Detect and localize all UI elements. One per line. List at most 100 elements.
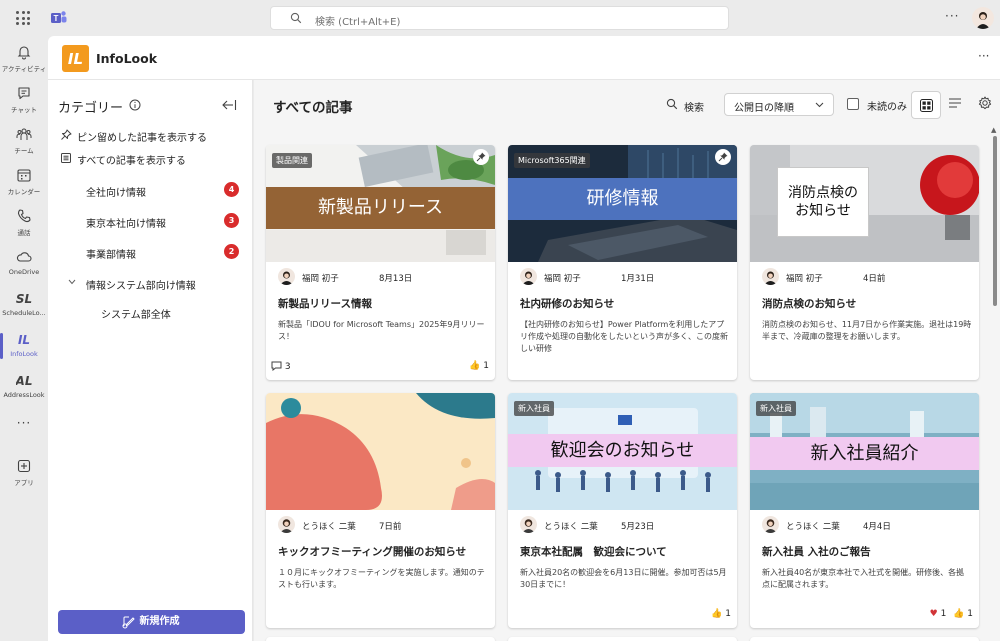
avatar (520, 516, 537, 533)
publish-date: 4日前 (863, 274, 886, 284)
article-thumbnail: 研修情報 Microsoft365関連 (508, 145, 737, 262)
list-icon (61, 153, 71, 163)
rail-item-activity[interactable]: アクティビティ (0, 40, 48, 80)
rail-item-calls[interactable]: 通話 (0, 204, 48, 244)
rail-item-schedulelook[interactable]: SL ScheduleLo... (0, 286, 48, 326)
sidebar-item-system-all[interactable]: システム部全体 (60, 302, 246, 322)
search-input[interactable]: 検索 (Ctrl+Alt+E) (270, 6, 729, 30)
user-avatar[interactable] (972, 7, 994, 29)
article-card[interactable]: 新製品リリース 製品関連 福岡 初子 8月13日 新製品リリース情報 新製品「I… (266, 145, 495, 380)
pin-icon (718, 152, 728, 162)
thumbs-up-icon: 👍 (953, 609, 965, 619)
compose-icon (122, 616, 135, 629)
category-label: システム部全体 (101, 310, 171, 321)
app-more-icon[interactable]: ··· (978, 49, 989, 63)
more-options-icon[interactable]: ··· (945, 9, 959, 23)
app-title: InfoLook (96, 51, 158, 66)
svg-text:T: T (54, 14, 59, 23)
svg-text:IL: IL (18, 333, 30, 347)
pin-button[interactable] (715, 149, 731, 165)
rail-item-calendar[interactable]: カレンダー (0, 163, 48, 203)
article-card[interactable]: 新入社員紹介 新入社員 とうほく 二葉 4月4日 新入社員 入社のご報告 新入社… (750, 393, 979, 628)
cloud-icon (16, 252, 32, 262)
article-card[interactable]: 歓迎会のお知らせ 新入社員 とうほく 二葉 5月23日 東京本社配属 歓迎会につ… (508, 393, 737, 628)
author-name: 福岡 初子 (302, 274, 339, 284)
avatar (278, 268, 295, 285)
bell-icon (17, 46, 31, 60)
like-count[interactable]: 👍 1 (711, 609, 731, 619)
list-view-icon[interactable] (948, 97, 962, 109)
article-thumbnail: 新入社員紹介 新入社員 (750, 393, 979, 510)
banner-text: 新入社員紹介 (750, 437, 979, 470)
category-tag: 製品関連 (272, 153, 312, 168)
more-icon: ··· (16, 416, 32, 430)
infolook-logo-icon: IL (62, 45, 89, 72)
article-card[interactable]: とうほく 二葉 7日前 キックオフミーティング開催のお知らせ １０月にキックオフ… (266, 393, 495, 628)
comment-count[interactable]: 3 (271, 361, 291, 372)
rail-item-teams[interactable]: チーム (0, 122, 48, 162)
article-thumbnail: 新製品リリース 製品関連 (266, 145, 495, 262)
main-content: すべての記事 検索 公開日の降順 未読のみ ▲ 新製品リリース 製品関連 福岡 … (254, 80, 1000, 641)
pin-button[interactable] (473, 149, 489, 165)
article-card[interactable]: 研修情報 Microsoft365関連 福岡 初子 1月31日 社内研修のお知ら… (508, 145, 737, 380)
grid-icon (920, 99, 933, 112)
scroll-up-arrow[interactable]: ▲ (991, 126, 996, 134)
checkbox-box[interactable] (847, 98, 859, 110)
app-rail: アクティビティ チャット チーム カレンダー 通話 OneDrive SL Sc… (0, 36, 48, 641)
pin-icon (476, 152, 486, 162)
sidebar-item-division[interactable]: 事業部情報 2 (60, 242, 246, 262)
article-card[interactable]: 消防点検の お知らせ 福岡 初子 4日前 消防点検のお知らせ 消防点検のお知らせ… (750, 145, 979, 380)
author-name: とうほく 二葉 (544, 522, 598, 532)
app-launcher-icon[interactable] (16, 11, 30, 25)
avatar (762, 516, 779, 533)
unread-badge: 4 (224, 182, 239, 197)
article-title: 新入社員 入社のご報告 (762, 546, 871, 558)
reactions[interactable]: ♥ 1 👍 1 (930, 609, 973, 619)
article-title: 新製品リリース情報 (278, 298, 372, 310)
article-summary: 消防点検のお知らせ、11月7日から作業実施。退社は19時半まで、冷蔵庫の整理をお… (762, 320, 972, 341)
publish-date: 4月4日 (863, 522, 891, 532)
article-card[interactable] (266, 637, 495, 641)
rail-item-addresslook[interactable]: AL AddressLook (0, 368, 48, 408)
author-info: 福岡 初子 4日前 (762, 268, 972, 286)
svg-text:IL: IL (68, 50, 83, 68)
sidebar-item-company[interactable]: 全社向け情報 4 (60, 180, 246, 200)
grid-view-button[interactable] (911, 91, 941, 119)
rail-item-chat[interactable]: チャット (0, 81, 48, 121)
rail-item-onedrive[interactable]: OneDrive (0, 245, 48, 285)
card-footer: 3 👍 1 (266, 361, 495, 375)
avatar (762, 268, 779, 285)
author-info: とうほく 二葉 5月23日 (520, 516, 730, 534)
scrollbar-thumb[interactable] (993, 136, 997, 306)
chevron-down-icon (815, 102, 824, 108)
svg-text:AL: AL (16, 374, 32, 388)
article-title: 消防点検のお知らせ (762, 298, 857, 310)
article-summary: 新入社員20名の歓迎会を6月13日に開催。参加可否は5月30日までに！ (520, 568, 727, 589)
rail-item-apps[interactable]: アプリ (0, 454, 48, 494)
pin-icon (61, 129, 72, 140)
publish-date: 7日前 (379, 522, 402, 532)
author-name: 福岡 初子 (786, 274, 823, 284)
article-title: 東京本社配属 歓迎会について (520, 546, 667, 558)
addresslook-icon: AL (16, 374, 32, 388)
rail-more-apps[interactable]: ··· (0, 414, 48, 438)
sort-dropdown[interactable]: 公開日の降順 (724, 93, 834, 116)
unread-badge: 3 (224, 213, 239, 228)
article-thumbnail (266, 393, 495, 510)
sidebar-item-it-dept[interactable]: 情報システム部向け情報 (60, 273, 246, 293)
info-icon[interactable] (129, 99, 141, 111)
like-count[interactable]: 👍 1 (469, 361, 489, 371)
scrollbar[interactable]: ▲ (990, 126, 1000, 641)
sidebar-item-tokyo[interactable]: 東京本社向け情報 3 (60, 211, 246, 231)
rail-item-infolook[interactable]: IL InfoLook (0, 327, 48, 367)
banner-text: 消防点検の お知らせ (777, 167, 869, 237)
new-article-button[interactable]: 新規作成 (58, 610, 245, 634)
article-card[interactable] (750, 637, 979, 641)
unread-badge: 2 (224, 244, 239, 259)
chat-icon (18, 87, 30, 100)
gear-icon[interactable] (978, 96, 992, 110)
article-card[interactable] (508, 637, 737, 641)
collapse-sidebar-icon[interactable] (221, 99, 237, 111)
chevron-down-icon[interactable] (68, 279, 76, 285)
author-info: 福岡 初子 8月13日 (278, 268, 488, 286)
